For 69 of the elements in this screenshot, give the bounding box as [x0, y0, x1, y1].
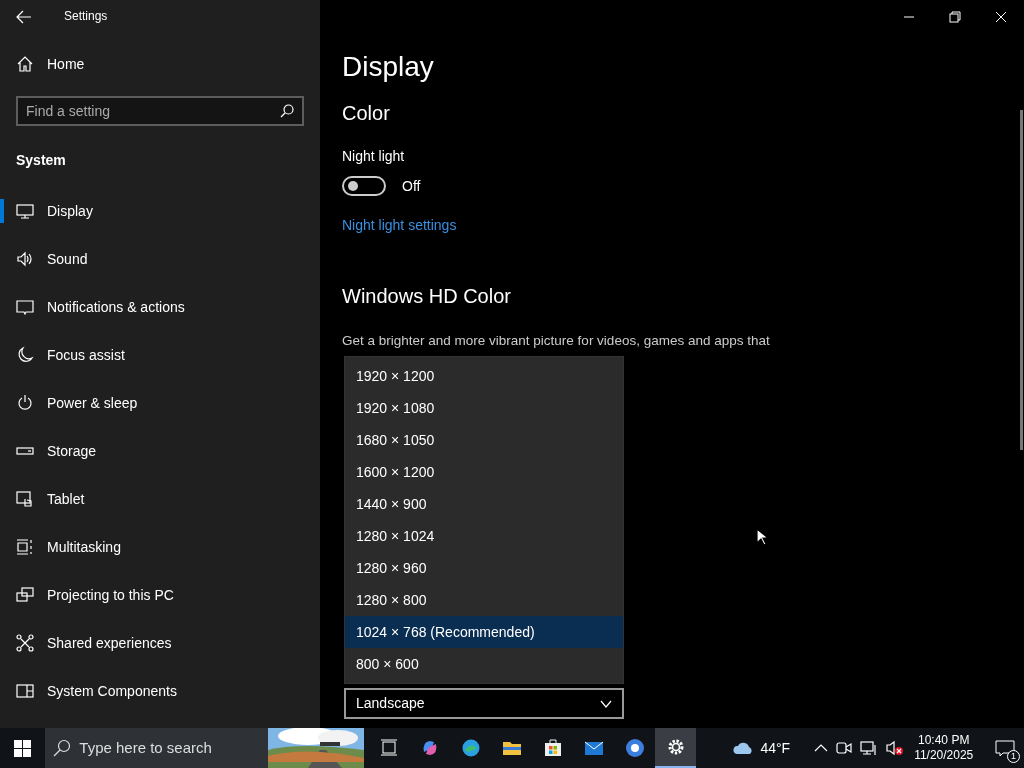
projector-icon: [16, 586, 34, 604]
dropdown-option[interactable]: 1920 × 1200: [345, 360, 623, 392]
search-field[interactable]: Find a setting: [16, 96, 304, 126]
browser-circle-icon: [624, 738, 645, 758]
sidebar-item[interactable]: Display: [47, 200, 93, 222]
section-heading: System: [15, 151, 67, 170]
toggle-state: Off: [402, 176, 421, 196]
message-icon: [994, 739, 1015, 758]
task-view-icon: [378, 738, 399, 758]
section-heading: Color: [342, 100, 390, 126]
window-title: Settings: [64, 8, 108, 25]
search-icon: [53, 739, 72, 757]
weather-temperature[interactable]: 44°F: [760, 737, 791, 759]
dropdown-option[interactable]: 1920 × 1080: [345, 392, 623, 424]
search-icon: [280, 104, 294, 118]
chevron-down-icon: [600, 699, 612, 708]
home-icon: [16, 55, 34, 73]
notification-count: 1: [1007, 750, 1020, 763]
network-icon: [860, 740, 879, 756]
dropdown-option[interactable]: 1600 × 1200: [345, 456, 623, 488]
sidebar-item[interactable]: Focus assist: [47, 344, 125, 366]
speaker-icon: [16, 250, 34, 268]
dropdown-option[interactable]: 800 × 600: [345, 648, 623, 680]
description-text: Get a brighter and more vibrant picture for videos, games and apps that: [342, 331, 770, 350]
sidebar-item[interactable]: Shared experiences: [47, 632, 172, 654]
setting-label: Night light: [342, 147, 405, 164]
dropdown-option[interactable]: 1280 × 960: [345, 552, 623, 584]
sidebar-item[interactable]: Storage: [47, 440, 97, 462]
section-heading: Windows HD Color: [342, 283, 511, 309]
chevron-up-icon: [814, 743, 829, 753]
taskbar-app-button[interactable]: [655, 728, 697, 768]
tablet-icon: [16, 490, 34, 508]
sidebar-item[interactable]: Power & sleep: [47, 392, 138, 414]
camera-icon: [836, 740, 853, 756]
home-link[interactable]: Home: [47, 53, 85, 75]
back-icon: [16, 9, 32, 24]
shopping-bag-icon: [542, 738, 563, 758]
notifications-button[interactable]: 1: [985, 728, 1024, 768]
restore-icon: [949, 10, 961, 23]
orientation-dropdown[interactable]: Landscape: [344, 688, 624, 719]
taskbar-search-field[interactable]: Type here to search: [45, 728, 365, 768]
sidebar-item[interactable]: Tablet: [47, 488, 85, 510]
sidebar-item[interactable]: Notifications & actions: [47, 296, 185, 318]
sidebar-item[interactable]: System Components: [47, 680, 177, 702]
sidebar-item[interactable]: Sound: [47, 248, 88, 270]
dropdown-option[interactable]: 1680 × 1050: [345, 424, 623, 456]
dropdown-option[interactable]: 1024 × 768 (Recommended): [345, 616, 623, 648]
dropdown-option[interactable]: 1440 × 900: [345, 488, 623, 520]
dropdown-option[interactable]: 1280 × 1024: [345, 520, 623, 552]
sidebar-item[interactable]: Projecting to this PC: [47, 584, 174, 606]
globe-wave-icon: [460, 738, 481, 758]
clock-date[interactable]: 11/20/2025: [914, 748, 974, 763]
display-icon: [16, 202, 34, 220]
toggle-switch[interactable]: [342, 176, 386, 197]
message-icon: [16, 298, 34, 316]
share-icon: [16, 634, 34, 652]
close-icon: [995, 10, 1007, 23]
cursor-icon: [756, 528, 768, 546]
page-title: Display: [342, 50, 434, 84]
settings-link[interactable]: Night light settings: [342, 216, 457, 233]
muted-speaker-icon: [886, 740, 905, 756]
panel-icon: [16, 682, 34, 700]
power-icon: [16, 394, 34, 412]
moon-icon: [16, 346, 34, 364]
clock-time[interactable]: 10:40 PM: [918, 733, 970, 748]
windows-logo-icon: [14, 740, 32, 758]
multitasking-icon: [16, 538, 34, 556]
dropdown-option[interactable]: 1280 × 800: [345, 584, 623, 616]
sidebar-item[interactable]: Multitasking: [47, 536, 121, 558]
